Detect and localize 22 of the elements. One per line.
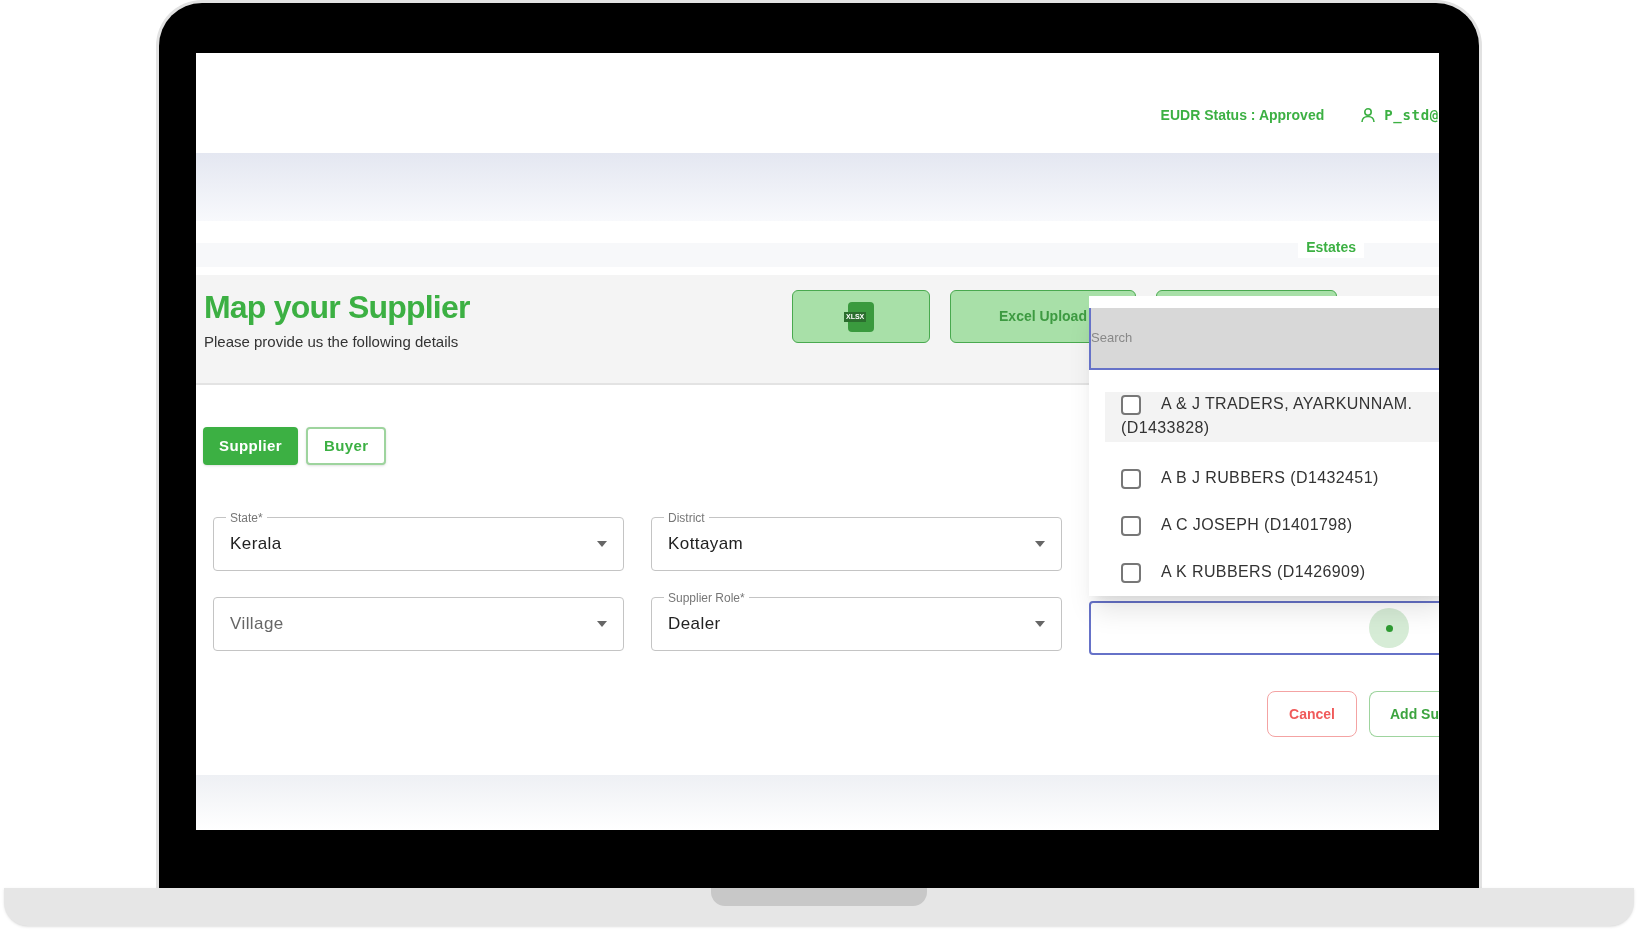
loading-indicator-icon: [1369, 608, 1409, 648]
page-title: Map your Supplier: [204, 288, 471, 327]
select-field[interactable]: Village: [213, 597, 624, 651]
supplier-option[interactable]: A & J TRADERS, AYARKUNNAM. (D1433828): [1105, 392, 1439, 442]
dropdown-caret-icon: [1035, 621, 1045, 627]
dropdown-caret-icon: [1035, 541, 1045, 547]
supplier-field[interactable]: [1089, 601, 1439, 655]
page-subtitle: Please provide us the following details: [204, 332, 460, 352]
add-supplier-button[interactable]: Add Su: [1369, 691, 1439, 737]
cancel-button[interactable]: Cancel: [1267, 691, 1357, 737]
dropdown-caret-icon: [597, 621, 607, 627]
user-icon: [1360, 107, 1377, 123]
eudr-status: EUDR Status : Approved: [1160, 105, 1325, 125]
field-placeholder: Village: [230, 613, 284, 636]
checkbox[interactable]: [1121, 394, 1141, 415]
field-value: Kottayam: [668, 533, 744, 556]
checkbox[interactable]: [1121, 515, 1141, 536]
field-value: Dealer: [668, 613, 721, 636]
dropdown-caret-icon: [597, 541, 607, 547]
checkbox[interactable]: [1121, 468, 1141, 489]
checkbox[interactable]: [1121, 562, 1141, 583]
field-value: Kerala: [230, 533, 282, 556]
